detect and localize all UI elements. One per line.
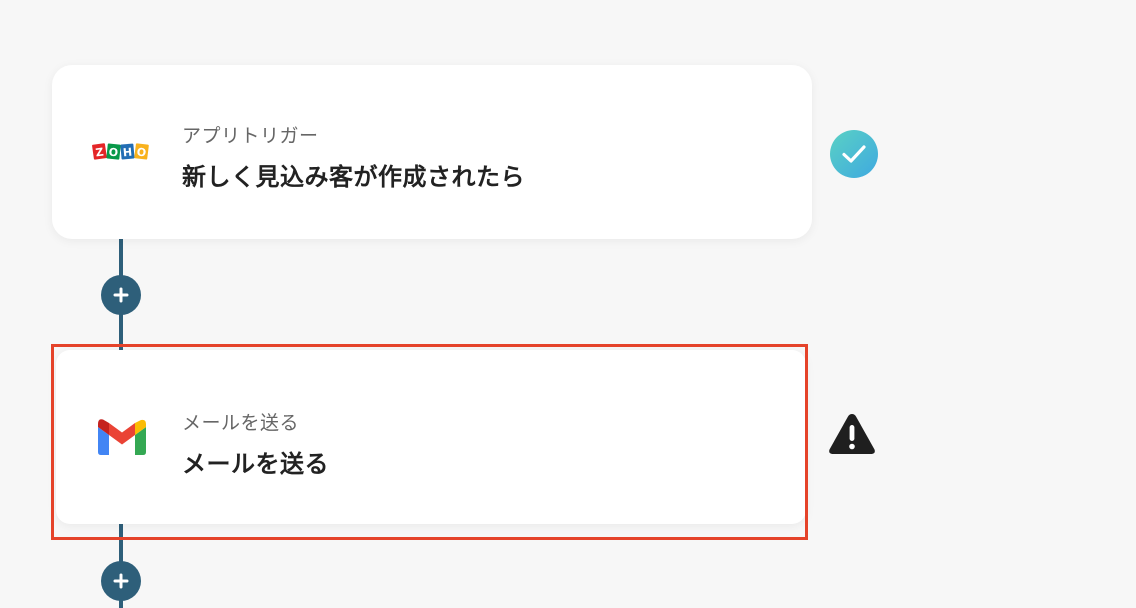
svg-text:O: O (136, 145, 147, 159)
plus-icon (113, 287, 129, 303)
zoho-logo-graphic: Z O H O (92, 143, 149, 160)
warning-triangle-icon (828, 412, 876, 456)
flow-canvas: Z O H O アプリトリガー 新しく見込み客が作成されたら メールを送る メー… (0, 0, 1136, 608)
svg-text:H: H (122, 146, 132, 160)
action-step-card[interactable]: メールを送る メールを送る (56, 350, 806, 524)
step-title: 新しく見込み客が作成されたら (182, 163, 525, 191)
zoho-logo: Z O H O (92, 141, 150, 163)
step-subtitle: メールを送る (182, 412, 300, 434)
gmail-logo (98, 419, 146, 455)
add-step-button[interactable] (101, 561, 141, 601)
step-subtitle: アプリトリガー (182, 125, 319, 147)
svg-text:O: O (108, 146, 119, 160)
trigger-step-card[interactable]: Z O H O アプリトリガー 新しく見込み客が作成されたら (52, 65, 812, 239)
step-title: メールを送る (182, 450, 329, 478)
plus-icon (113, 573, 129, 589)
add-step-button[interactable] (101, 275, 141, 315)
check-circle-icon (830, 130, 878, 178)
gmail-logo-graphic (98, 419, 146, 455)
